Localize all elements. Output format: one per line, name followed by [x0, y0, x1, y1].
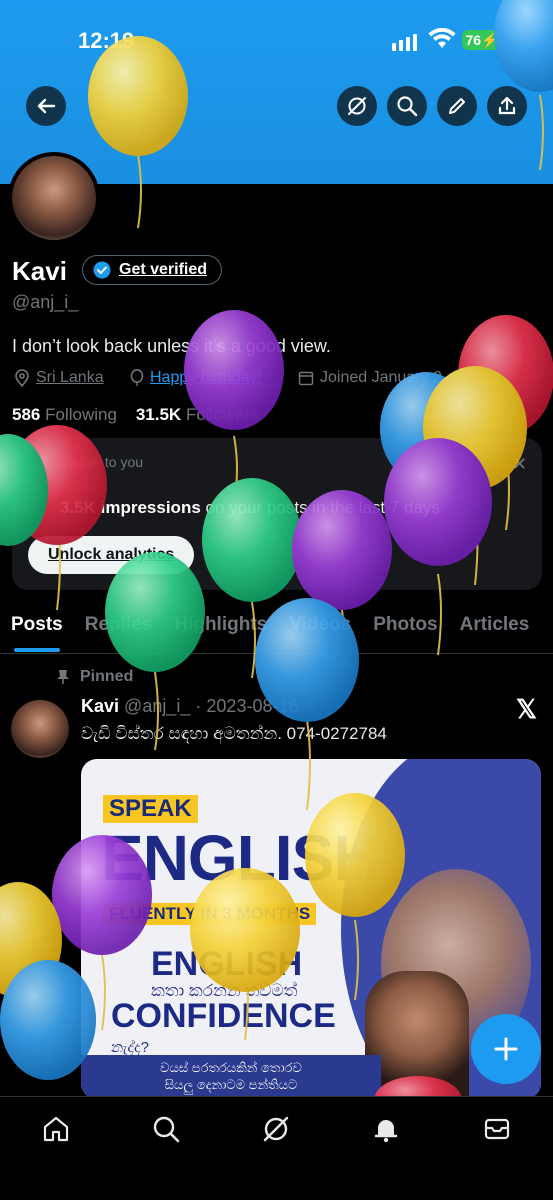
post-author-avatar[interactable]	[11, 700, 69, 758]
wifi-icon	[428, 27, 456, 55]
messages-icon	[484, 1118, 510, 1140]
following-link[interactable]: 586 Following	[12, 405, 117, 424]
nav-grok-button[interactable]	[260, 1113, 292, 1145]
analytics-card: Visible to you ✕ 3.5K impressions on you…	[12, 438, 542, 590]
media-footer-banner: වයස් පරතරයකින් තොරව සියලු දෙනාටම පන්තියට	[81, 1055, 381, 1099]
location-pin-icon	[15, 369, 29, 387]
verified-badge-icon	[93, 261, 111, 279]
grok-icon	[348, 97, 366, 115]
profile-tabs: Posts Replies Highlights Videos Photos A…	[0, 604, 553, 654]
post-text: වැඩි විස්තර සඳහා අමතන්න. 074-0272784	[81, 724, 387, 743]
search-icon	[397, 96, 418, 117]
pin-icon	[57, 670, 69, 684]
nav-messages-button[interactable]	[481, 1113, 513, 1145]
tab-replies[interactable]: Replies	[74, 604, 164, 653]
get-verified-label: Get verified	[119, 261, 208, 278]
followers-count: 31.5K	[135, 405, 182, 424]
followers-link[interactable]: 31.5K Followers	[136, 405, 259, 424]
bottom-navigation	[0, 1096, 553, 1200]
post-header: Kavi @anj_i_ · 2023-08-16	[81, 696, 299, 716]
unlock-analytics-button[interactable]: Unlock analytics	[28, 536, 195, 574]
analytics-visibility-label: Visible to you	[60, 454, 144, 470]
impressions-count: 3.5K impressions	[60, 498, 201, 517]
edit-button[interactable]	[437, 86, 477, 126]
joined-text: Joined January 2	[320, 369, 442, 386]
post-date: 2023-08-16	[206, 696, 299, 716]
pinned-indicator: Pinned	[56, 668, 133, 686]
media-confidence-text: CONFIDENCE	[111, 997, 336, 1035]
avatar-photo	[12, 156, 96, 240]
home-icon	[43, 1116, 69, 1142]
followers-label: Followers	[185, 405, 259, 424]
impressions-description: on your posts in the last 7 days	[205, 498, 440, 517]
tab-articles[interactable]: Articles	[449, 604, 541, 653]
location-text[interactable]: Sri Lanka	[36, 369, 104, 387]
grok-icon	[263, 1116, 289, 1142]
media-english-headline: ENGLISH	[101, 822, 379, 894]
back-button[interactable]	[26, 86, 66, 126]
get-verified-button[interactable]: Get verified	[82, 255, 223, 285]
media-sinhala-line2: නැද්ද?	[111, 1039, 150, 1056]
tab-photos[interactable]: Photos	[362, 604, 448, 653]
profile-stats: 586 Following 31.5K Followers	[12, 405, 259, 425]
profile-name: Kavi	[12, 256, 67, 286]
profile-handle: @anj_i_	[12, 292, 79, 312]
pencil-icon	[449, 98, 465, 114]
following-label: Following	[45, 405, 117, 424]
x-logo-icon: 𝕏	[516, 694, 537, 724]
tab-posts[interactable]: Posts	[0, 604, 74, 653]
media-speak-label: SPEAK	[103, 795, 198, 823]
compose-button[interactable]	[471, 1014, 541, 1084]
birthday-text[interactable]: Happy birthday!	[150, 369, 262, 387]
search-button[interactable]	[387, 86, 427, 126]
search-icon	[153, 1116, 180, 1143]
back-arrow-icon	[37, 98, 56, 114]
notifications-icon	[374, 1120, 398, 1143]
nav-search-button[interactable]	[150, 1113, 182, 1145]
share-button[interactable]	[487, 86, 527, 126]
battery-level: 76	[465, 32, 482, 48]
plus-icon	[494, 1037, 518, 1061]
profile-birthday: Happy birthday!	[130, 369, 262, 387]
nav-notifications-button[interactable]	[370, 1113, 402, 1145]
battery-indicator: 76 ⚡	[462, 30, 502, 50]
post-author-handle: @anj_i_	[124, 696, 191, 716]
signal-icon	[392, 34, 417, 51]
status-time: 12:19	[78, 28, 135, 53]
profile-location: Sri Lanka	[14, 369, 104, 387]
media-footer-line2: සියලු දෙනාටම පන්තියට	[164, 1077, 298, 1092]
impressions-text: 3.5K impressions on your posts in the la…	[60, 498, 440, 518]
calendar-icon	[298, 371, 314, 386]
profile-joined: Joined January 2	[298, 369, 442, 387]
media-english-subhead: ENGLISH	[151, 945, 303, 983]
balloon-icon	[130, 369, 144, 386]
tab-videos[interactable]: Videos	[278, 604, 362, 653]
tab-highlights[interactable]: Highlights	[163, 604, 278, 653]
close-icon[interactable]: ✕	[512, 454, 527, 475]
post-author-name[interactable]: Kavi	[81, 696, 119, 716]
status-bar: 12:19 76 ⚡	[0, 0, 553, 80]
profile-avatar[interactable]	[8, 152, 100, 244]
grok-button[interactable]	[337, 86, 377, 126]
pinned-label: Pinned	[80, 668, 134, 685]
media-fluently-label: FLUENTLY IN 3 MONTHS	[103, 903, 317, 925]
profile-bio: I don’t look back unless it’s a good vie…	[12, 336, 331, 356]
following-count: 586	[12, 405, 41, 424]
share-icon	[498, 96, 516, 115]
nav-home-button[interactable]	[40, 1113, 72, 1145]
balloon-icon	[0, 882, 62, 998]
media-footer-line1: වයස් පරතරයකින් තොරව	[160, 1060, 302, 1075]
